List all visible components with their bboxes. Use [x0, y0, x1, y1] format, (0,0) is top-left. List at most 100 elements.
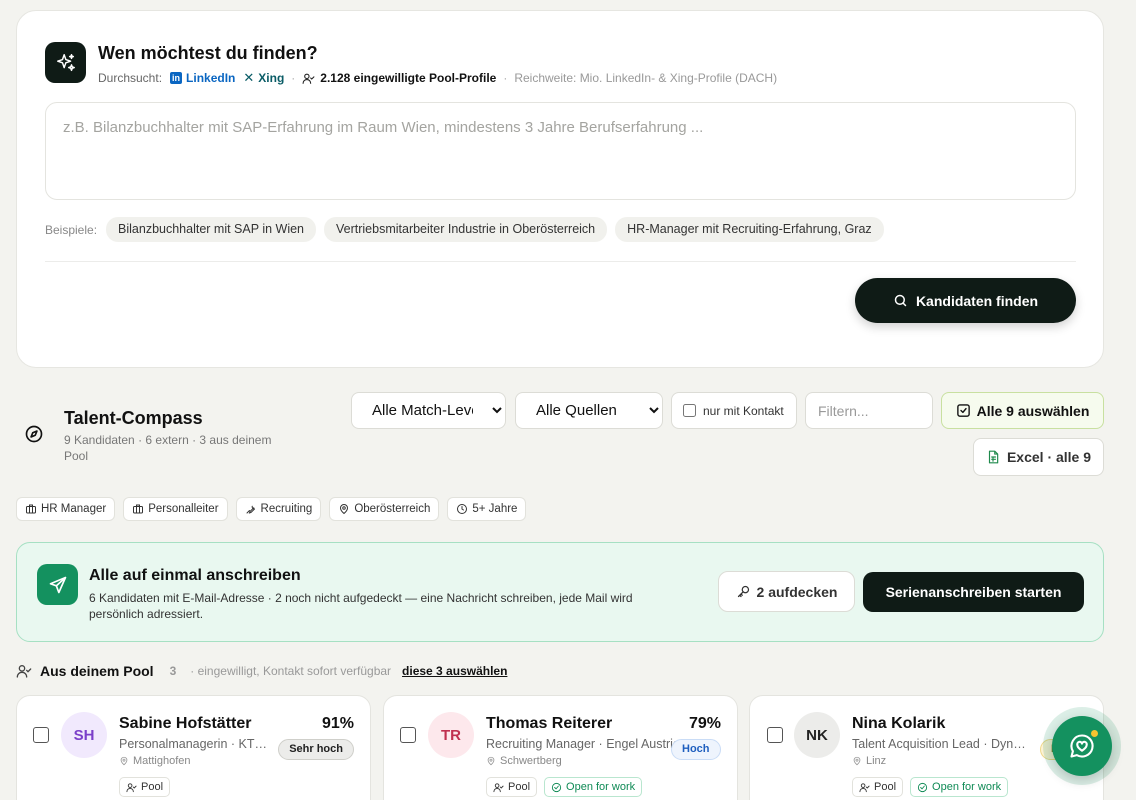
candidate-name: Nina Kolarik — [852, 715, 946, 732]
criteria-tag-label: Recruiting — [260, 503, 313, 515]
example-chip[interactable]: HR-Manager mit Recruiting-Erfahrung, Gra… — [615, 217, 884, 242]
candidate-role: Talent Acquisition Lead · Dynatrace — [852, 737, 1032, 751]
pool-tag-label: Pool — [508, 781, 531, 793]
xing-icon: ✕ — [243, 70, 255, 85]
search-card: Wen möchtest du finden? Durchsucht: in L… — [16, 10, 1104, 368]
candidate-location: Mattighofen — [119, 755, 190, 767]
separator-dot: · — [503, 71, 508, 85]
select-all-button[interactable]: Alle 9 auswählen — [941, 392, 1104, 429]
notification-dot — [1090, 729, 1099, 738]
query-box — [45, 102, 1076, 200]
candidate-card[interactable]: TR Thomas Reiterer Recruiting Manager · … — [383, 695, 738, 800]
source-linkedin[interactable]: in LinkedIn — [170, 71, 235, 85]
pool-tag: Pool — [486, 777, 538, 797]
example-chip[interactable]: Bilanzbuchhalter mit SAP in Wien — [106, 217, 316, 242]
source-xing-label: Xing — [258, 71, 285, 85]
open-for-work-label: Open for work — [932, 781, 1002, 793]
open-for-work-tag: Open for work — [910, 777, 1009, 797]
source-linkedin-label: LinkedIn — [186, 71, 236, 85]
criteria-tag-label: HR Manager — [41, 503, 107, 515]
candidate-name: Thomas Reiterer — [486, 715, 613, 732]
send-icon — [37, 564, 78, 605]
candidate-checkbox[interactable] — [400, 727, 416, 743]
divider — [45, 261, 1076, 262]
filter-input[interactable] — [805, 392, 933, 429]
candidate-tags: Pool Open for work — [486, 777, 649, 797]
map-pin-icon — [340, 504, 349, 515]
example-chip[interactable]: Vertriebsmitarbeiter Industrie in Oberös… — [324, 217, 608, 242]
candidate-location: Linz — [852, 755, 886, 767]
bulk-description: 6 Kandidaten mit E-Mail-Adresse · 2 noch… — [89, 591, 633, 621]
key-icon — [737, 585, 749, 598]
match-score: 91% — [321, 715, 354, 732]
source-xing[interactable]: ✕ Xing — [243, 70, 284, 86]
pool-section-header: Aus deinem Pool 3 · eingewilligt, Kontak… — [16, 663, 507, 679]
reveal-button[interactable]: 2 aufdecken — [718, 571, 855, 612]
criteria-tag: Oberösterreich — [329, 497, 440, 521]
map-pin-icon — [853, 756, 861, 766]
start-serial-mail-button[interactable]: Serienanschreiben starten — [863, 572, 1084, 612]
candidate-role: Personalmanagerin · KTM AG — [119, 737, 269, 751]
compass-icon — [16, 414, 52, 454]
open-for-work-tag: Open for work — [544, 777, 643, 797]
contact-only-label: nur mit Kontakt — [703, 403, 784, 418]
talent-compass-subtitle: 9 Kandidaten · 6 extern · 3 aus deinem P… — [64, 433, 272, 463]
briefcase-icon — [133, 504, 144, 514]
search-criteria-tags: HR Manager Personalleiter Recruiting Obe… — [16, 497, 534, 521]
match-level-select[interactable]: Alle Match-Level — [351, 392, 506, 429]
candidate-checkbox[interactable] — [33, 727, 49, 743]
bulk-outreach-banner: Alle auf einmal anschreiben 6 Kandidaten… — [16, 542, 1104, 642]
search-query-input[interactable] — [46, 103, 1075, 199]
map-pin-icon — [487, 756, 495, 766]
criteria-tag: Recruiting — [235, 497, 322, 521]
pool-description: · eingewilligt, Kontakt sofort verfügbar — [190, 664, 392, 678]
candidate-checkbox[interactable] — [767, 727, 783, 743]
criteria-tag-label: 5+ Jahre — [472, 503, 518, 515]
pool-title: Aus deinem Pool — [40, 663, 154, 679]
excel-export-label: Excel · alle 9 — [1006, 449, 1092, 465]
candidate-name: Sabine Hofstätter — [119, 715, 252, 732]
open-for-work-label: Open for work — [566, 781, 636, 793]
match-level-badge: Sehr hoch — [278, 739, 354, 760]
source-select[interactable]: Alle Quellen — [515, 392, 663, 429]
reveal-label: 2 aufdecken — [756, 583, 838, 600]
avatar: TR — [428, 712, 474, 758]
check-circle-icon — [551, 782, 562, 792]
match-level-badge: Hoch — [671, 739, 721, 760]
candidate-card[interactable]: SH Sabine Hofstätter Personalmanagerin ·… — [16, 695, 371, 800]
match-score: 79% — [688, 715, 721, 732]
examples-label: Beispiele: — [45, 222, 98, 237]
criteria-tag-label: Oberösterreich — [354, 503, 431, 515]
candidate-tags: Pool — [119, 777, 177, 797]
clock-icon — [457, 504, 468, 514]
search-icon — [894, 294, 907, 307]
spreadsheet-icon — [988, 450, 999, 464]
user-check-icon — [126, 782, 137, 792]
criteria-tag-label: Personalleiter — [148, 503, 219, 515]
pool-tag: Pool — [119, 777, 171, 797]
pool-count: 3 — [169, 664, 177, 678]
examples-row: Beispiele: Bilanzbuchhalter mit SAP in W… — [45, 217, 892, 242]
search-meta-row: Durchsucht: in LinkedIn ✕ Xing · 2.128 e… — [98, 70, 777, 86]
criteria-tag: HR Manager — [16, 497, 116, 521]
users-icon — [16, 665, 32, 678]
bulk-title: Alle auf einmal anschreiben — [89, 567, 301, 584]
find-candidates-button[interactable]: Kandidaten finden — [855, 278, 1076, 323]
check-circle-icon — [917, 782, 928, 792]
select-pool-link[interactable]: diese 3 auswählen — [402, 664, 507, 678]
user-check-icon — [302, 73, 315, 84]
user-check-icon — [493, 782, 504, 792]
search-title: Wen möchtest du finden? — [98, 43, 318, 63]
searched-label: Durchsucht: — [98, 71, 163, 85]
avatar: NK — [794, 712, 840, 758]
checkbox-check-icon — [956, 404, 970, 417]
criteria-tag: Personalleiter — [123, 497, 228, 521]
chat-button[interactable] — [1052, 716, 1112, 776]
contact-only-filter[interactable]: nur mit Kontakt — [671, 392, 797, 429]
excel-export-button[interactable]: Excel · alle 9 — [973, 438, 1104, 476]
reach-info: Reichweite: Mio. LinkedIn- & Xing-Profil… — [514, 71, 778, 85]
separator-dot: · — [291, 71, 296, 85]
contact-only-checkbox[interactable] — [683, 404, 696, 417]
pool-profiles-count: 2.128 eingewilligte Pool-Profile — [302, 71, 496, 85]
candidate-location-label: Mattighofen — [133, 755, 191, 767]
